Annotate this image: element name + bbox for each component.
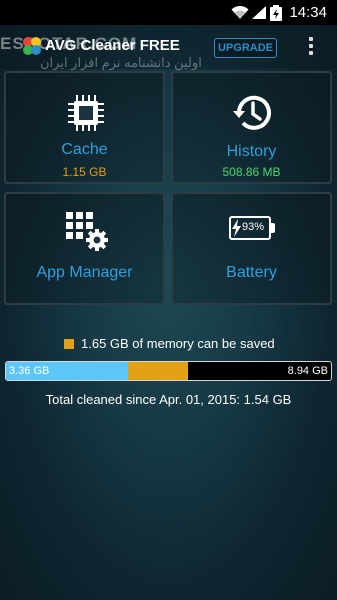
overflow-menu-icon[interactable] [303,37,319,57]
memory-used-label: 3.36 GB [9,365,50,377]
tile-app-manager[interactable]: App Manager [4,192,165,305]
tile-history-size: 508.86 MB [222,165,281,179]
tile-history-label: History [226,143,277,160]
memory-saveable-text: 1.65 GB of memory can be saved [81,336,275,351]
tile-cache-size: 1.15 GB [62,165,107,179]
memory-bar-saveable [128,362,189,380]
tile-history[interactable]: History 508.86 MB [171,71,332,184]
signal-icon [252,6,266,19]
tile-cache[interactable]: Cache 1.15 GB [4,71,165,184]
chip-icon [68,95,104,131]
battery-level-text: 93% [242,221,265,233]
memory-bar: 3.36 GB 8.94 GB [5,361,332,381]
memory-saveable-legend: 1.65 GB of memory can be saved [64,336,275,351]
tile-app-manager-label: App Manager [36,264,133,281]
app-bar: ESCOTAR.COM AVG Cleaner FREE اولین دانشن… [0,25,337,70]
memory-total-label: 8.94 GB [287,365,328,377]
status-time: 14:34 [289,4,327,21]
avg-logo-icon [23,37,41,55]
battery-icon: 93% [229,216,279,244]
total-cleaned-text: Total cleaned since Apr. 01, 2015: 1.54 … [45,392,292,407]
battery-charging-status-icon [270,5,282,21]
wifi-icon [231,5,249,19]
watermark-fa-text: اولین دانشنامه نرم افزار ایران [40,55,202,70]
upgrade-button[interactable]: UPGRADE [214,38,277,58]
app-title: AVG Cleaner FREE [45,37,180,54]
tile-battery-label: Battery [226,264,277,281]
tile-battery[interactable]: 93% Battery [171,192,332,305]
status-bar: 14:34 [0,0,337,25]
history-clock-icon [233,95,271,130]
app-grid-gear-icon [66,212,108,251]
saveable-swatch [64,338,74,349]
lightning-icon [232,219,241,237]
tile-cache-label: Cache [61,141,108,158]
